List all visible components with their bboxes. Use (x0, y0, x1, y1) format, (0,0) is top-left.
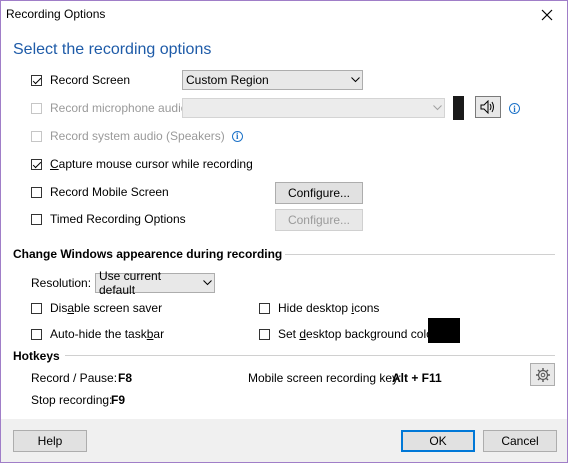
window-title: Recording Options (6, 7, 106, 21)
timed-recording-label: Timed Recording Options (50, 212, 186, 226)
record-pause-key: F8 (118, 371, 133, 385)
divider (65, 355, 555, 356)
record-pause-label: Record / Pause: (31, 371, 118, 385)
chevron-down-icon (348, 77, 362, 83)
info-icon[interactable]: i (509, 103, 520, 114)
checkbox-box[interactable] (31, 328, 42, 340)
checkbox-box[interactable] (31, 130, 42, 142)
hide-desktop-icons-checkbox[interactable]: Hide desktop icons (259, 301, 379, 315)
checkbox-box[interactable] (31, 102, 42, 114)
chevron-down-icon (430, 105, 444, 111)
capture-cursor-label: Capture mouse cursor while recording (50, 157, 253, 171)
record-mobile-checkbox[interactable]: Record Mobile Screen (31, 185, 169, 199)
mic-level-meter (453, 96, 464, 120)
resolution-select[interactable]: Use current default (95, 269, 215, 297)
timed-recording-checkbox[interactable]: Timed Recording Options (31, 212, 186, 226)
checkbox-box[interactable] (31, 158, 42, 170)
stop-recording-label: Stop recording: (31, 393, 113, 407)
resolution-label: Resolution: (31, 276, 92, 290)
dialog-footer: Help OK Cancel (1, 419, 567, 462)
ok-button[interactable]: OK (401, 430, 475, 452)
disable-screen-saver-label: Disable screen saver (50, 301, 163, 315)
capture-cursor-checkbox[interactable]: Capture mouse cursor while recording (31, 157, 253, 171)
microphone-select[interactable] (182, 98, 445, 118)
checkbox-box[interactable] (31, 213, 42, 225)
checkbox-box[interactable] (31, 186, 42, 198)
mobile-key-label: Mobile screen recording key: (248, 371, 402, 385)
record-system-audio-checkbox[interactable]: Record system audio (Speakers) i (31, 129, 243, 143)
record-screen-label: Record Screen (50, 73, 131, 87)
cancel-button[interactable]: Cancel (483, 430, 557, 452)
gear-icon (535, 367, 550, 382)
checkbox-box[interactable] (31, 74, 42, 86)
record-system-audio-label: Record system audio (Speakers) (50, 129, 225, 143)
recording-options-dialog: Recording Options Select the recording o… (0, 0, 568, 463)
close-button[interactable] (527, 1, 567, 28)
hotkey-settings-button[interactable] (530, 363, 555, 386)
hide-desktop-icons-label: Hide desktop icons (278, 301, 380, 315)
record-screen-checkbox[interactable]: Record Screen (31, 73, 130, 87)
stop-recording-key: F9 (111, 393, 126, 407)
auto-hide-taskbar-label: Auto-hide the taskbar (50, 327, 165, 341)
mobile-key-value: Alt + F11 (392, 371, 442, 385)
resolution-select-value: Use current default (99, 269, 162, 297)
set-background-color-label: Set desktop background color: (278, 327, 441, 341)
background-color-swatch[interactable] (428, 318, 460, 343)
record-mic-label: Record microphone audio (50, 101, 188, 115)
speaker-icon (480, 100, 494, 114)
chevron-down-icon (200, 280, 214, 286)
close-icon (541, 9, 553, 20)
checkbox-box[interactable] (31, 302, 42, 314)
help-button[interactable]: Help (13, 430, 87, 452)
region-select-value: Custom Region (186, 73, 269, 87)
divider (285, 254, 555, 255)
checkbox-box[interactable] (259, 302, 270, 314)
volume-button[interactable] (475, 96, 501, 118)
record-mobile-label: Record Mobile Screen (50, 185, 169, 199)
disable-screen-saver-checkbox[interactable]: Disable screen saver (31, 301, 162, 315)
region-select[interactable]: Custom Region (182, 70, 363, 90)
page-heading: Select the recording options (13, 41, 212, 58)
title-bar: Recording Options (1, 1, 567, 28)
configure-mobile-button[interactable]: Configure... (275, 182, 363, 204)
auto-hide-taskbar-checkbox[interactable]: Auto-hide the taskbar (31, 327, 164, 341)
configure-timed-button[interactable]: Configure... (275, 209, 363, 231)
appearance-section-title: Change Windows appearence during recordi… (13, 247, 283, 261)
info-icon[interactable]: i (231, 130, 243, 142)
hotkeys-section-title: Hotkeys (13, 349, 60, 363)
checkbox-box[interactable] (259, 328, 270, 340)
record-mic-checkbox[interactable]: Record microphone audio (31, 101, 187, 115)
set-background-color-checkbox[interactable]: Set desktop background color: (259, 327, 440, 341)
